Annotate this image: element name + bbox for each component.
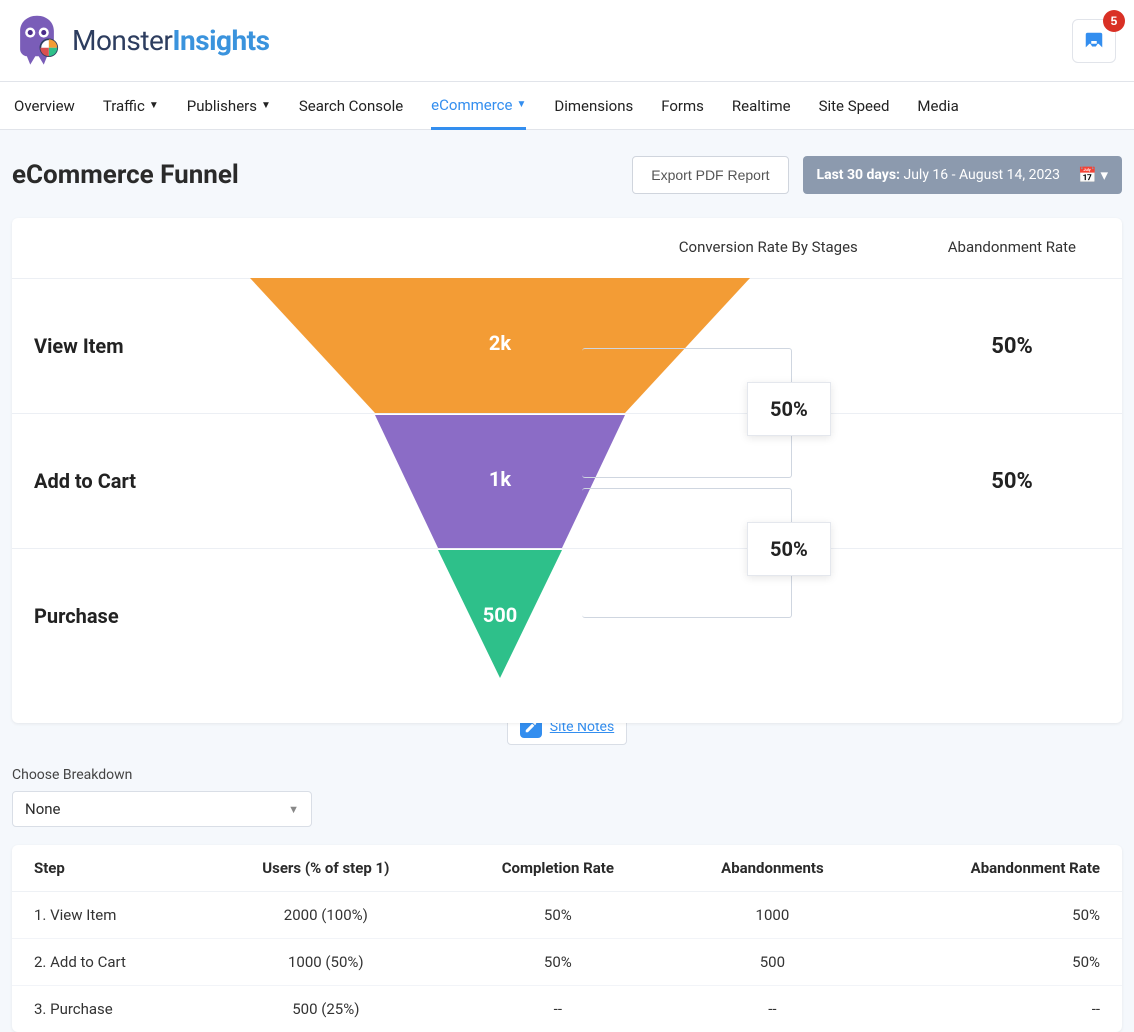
calendar-icon: 📅 ▾ — [1078, 166, 1108, 184]
chevron-down-icon: ▼ — [516, 99, 526, 110]
inbox-icon — [1083, 30, 1105, 52]
brand-text-second: Insights — [172, 24, 269, 57]
table-row: 2. Add to Cart 1000 (50%) 50% 500 50% — [12, 939, 1122, 986]
col-users: Users (% of step 1) — [205, 845, 448, 892]
tab-publishers[interactable]: Publishers▼ — [187, 82, 271, 130]
tab-media[interactable]: Media — [917, 82, 958, 130]
tab-overview[interactable]: Overview — [14, 82, 75, 130]
report-tabs: Overview Traffic▼ Publishers▼ Search Con… — [0, 82, 1134, 130]
funnel-table: Step Users (% of step 1) Completion Rate… — [12, 845, 1122, 1032]
stage-label: View Item — [34, 334, 254, 358]
breakdown-label: Choose Breakdown — [12, 767, 1122, 783]
tab-realtime[interactable]: Realtime — [732, 82, 791, 130]
app-header: MonsterInsights 5 — [0, 0, 1134, 82]
inbox-button[interactable]: 5 — [1072, 19, 1116, 63]
export-pdf-button[interactable]: Export PDF Report — [632, 156, 788, 194]
tab-dimensions[interactable]: Dimensions — [554, 82, 633, 130]
table-row: 1. View Item 2000 (100%) 50% 1000 50% — [12, 892, 1122, 939]
date-range-picker[interactable]: Last 30 days: July 16 - August 14, 2023 … — [803, 156, 1122, 194]
funnel-column-headers: Conversion Rate By Stages Abandonment Ra… — [12, 238, 1122, 278]
abandon-rate: 50% — [902, 334, 1122, 359]
funnel-value-3: 500 — [483, 603, 517, 627]
stage-label: Add to Cart — [34, 469, 254, 493]
col-abandonments: Abandonments — [669, 845, 877, 892]
abandon-rate: 50% — [902, 469, 1122, 494]
funnel-table-card: Step Users (% of step 1) Completion Rate… — [12, 845, 1122, 1032]
breakdown-selected: None — [25, 800, 61, 818]
funnel-chart: 2k 1k 500 — [250, 278, 750, 683]
chevron-down-icon: ▼ — [288, 803, 299, 816]
col-abandon-rate: Abandonment Rate — [876, 845, 1122, 892]
tab-ecommerce[interactable]: eCommerce▼ — [431, 82, 526, 130]
chevron-down-icon: ▼ — [149, 100, 159, 111]
funnel-value-1: 2k — [489, 331, 511, 355]
funnel-chart-card: Conversion Rate By Stages Abandonment Ra… — [12, 218, 1122, 723]
tab-site-speed[interactable]: Site Speed — [819, 82, 890, 130]
mascot-icon — [10, 14, 64, 68]
page-toolbar: eCommerce Funnel Export PDF Report Last … — [0, 130, 1134, 218]
funnel-value-2: 1k — [489, 467, 511, 491]
inbox-badge: 5 — [1103, 10, 1125, 32]
table-header-row: Step Users (% of step 1) Completion Rate… — [12, 845, 1122, 892]
funnel-rows: 2k 1k 500 50% 50% View Item 50% Add to C… — [12, 278, 1122, 683]
chevron-down-icon: ▼ — [261, 100, 271, 111]
breakdown-select[interactable]: None ▼ — [12, 791, 312, 827]
col-completion: Completion Rate — [447, 845, 668, 892]
conversion-badge-2: 50% — [747, 522, 831, 576]
tab-traffic[interactable]: Traffic▼ — [103, 82, 159, 130]
col-conversion: Conversion Rate By Stages — [679, 238, 858, 256]
tab-forms[interactable]: Forms — [661, 82, 704, 130]
conversion-badge-1: 50% — [747, 382, 831, 436]
col-abandonment: Abandonment Rate — [948, 238, 1076, 256]
col-step: Step — [12, 845, 205, 892]
brand-logo: MonsterInsights — [10, 14, 270, 68]
stage-label: Purchase — [34, 604, 254, 628]
page-title: eCommerce Funnel — [12, 160, 618, 190]
brand-text-first: Monster — [72, 24, 172, 57]
tab-search-console[interactable]: Search Console — [299, 82, 403, 130]
table-row: 3. Purchase 500 (25%) -- -- -- — [12, 986, 1122, 1032]
